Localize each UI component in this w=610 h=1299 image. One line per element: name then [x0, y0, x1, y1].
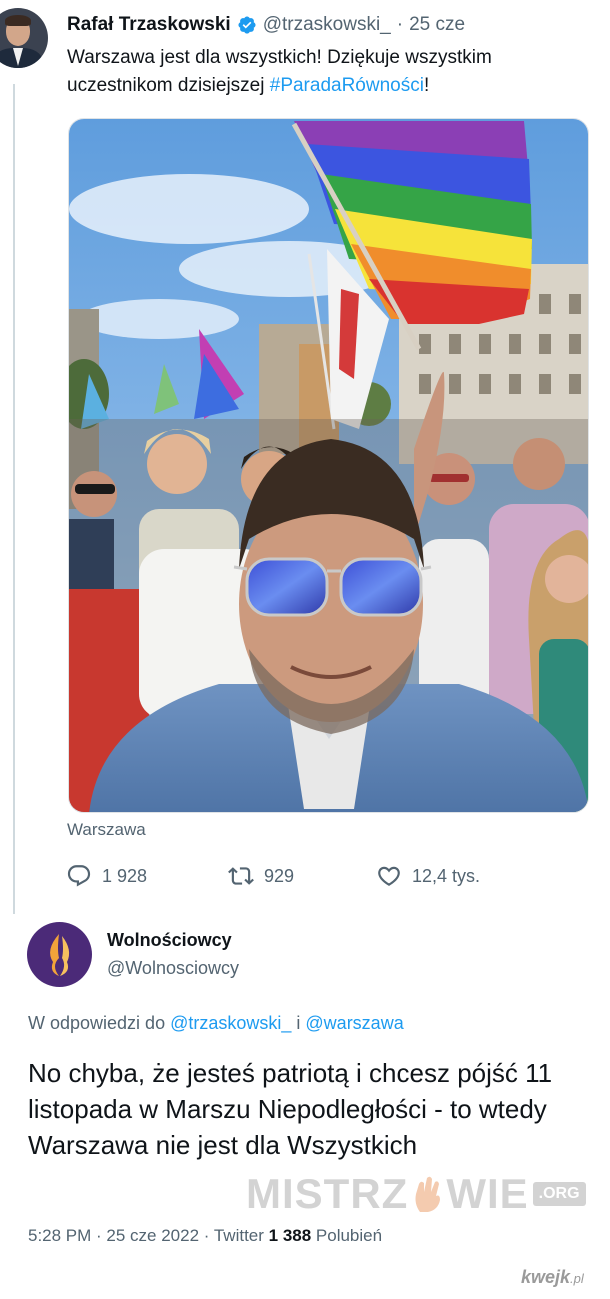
retweet-icon — [228, 867, 254, 885]
reply-like-label: Polubień — [311, 1226, 383, 1245]
author-handle[interactable]: @trzaskowski_ — [263, 14, 391, 36]
separator-dot: · — [396, 14, 404, 35]
parade-selfie-image — [69, 119, 588, 812]
mention-warszawa[interactable]: @warszawa — [305, 1013, 403, 1033]
mistrzowie-watermark: MISTRZ WIE .ORG — [246, 1166, 586, 1222]
hashtag-link[interactable]: #ParadaRówności — [270, 75, 424, 96]
reply-action[interactable]: 1 928 — [66, 860, 147, 892]
tweet-time[interactable]: 25 cze — [409, 14, 465, 36]
mention-trzaskowski[interactable]: @trzaskowski_ — [170, 1013, 291, 1033]
hand-watermark-icon — [415, 1176, 441, 1212]
kwejk-watermark: kwejk.pl — [521, 1267, 584, 1287]
reply-author-avatar[interactable] — [27, 922, 92, 987]
reply-icon — [67, 865, 91, 887]
location-label[interactable]: Warszawa — [67, 820, 146, 840]
like-action[interactable]: 12,4 tys. — [376, 860, 480, 892]
reply-text: No chyba, że jesteś patriotą i chcesz pó… — [28, 1058, 553, 1160]
flame-logo-icon — [50, 934, 70, 976]
reply-meta: 5:28 PM · 25 cze 2022 · Twitter 1 388 Po… — [28, 1226, 382, 1246]
reply-author-handle[interactable]: @Wolnosciowcy — [107, 958, 239, 979]
reply-author-name[interactable]: Wolnościowcy — [107, 930, 232, 951]
tweet-text: Warszawa jest dla wszystkich! Dziękuje w… — [67, 47, 492, 96]
reply-count: 1 928 — [102, 865, 148, 886]
reply-like-count[interactable]: 1 388 — [269, 1226, 312, 1245]
tweet-header: Rafał Trzaskowski @trzaskowski_ · 25 cze — [67, 12, 465, 38]
author-name[interactable]: Rafał Trzaskowski — [67, 14, 231, 36]
author-avatar[interactable] — [0, 8, 48, 68]
tweet-photo[interactable] — [68, 118, 589, 813]
heart-icon — [378, 866, 400, 886]
thread-line — [13, 84, 15, 914]
tweet-actions: 1 928 929 12,4 tys. — [66, 860, 566, 892]
like-count: 12,4 tys. — [412, 865, 481, 886]
verified-badge-icon — [238, 16, 256, 34]
replying-to: W odpowiedzi do @trzaskowski_ i @warszaw… — [28, 1013, 404, 1033]
reply-timestamp[interactable]: 5:28 PM · 25 cze 2022 · Twitter — [28, 1226, 269, 1245]
retweet-action[interactable]: 929 — [228, 860, 294, 892]
original-tweet[interactable]: Rafał Trzaskowski @trzaskowski_ · 25 cze… — [0, 0, 610, 918]
retweet-count: 929 — [264, 865, 295, 886]
